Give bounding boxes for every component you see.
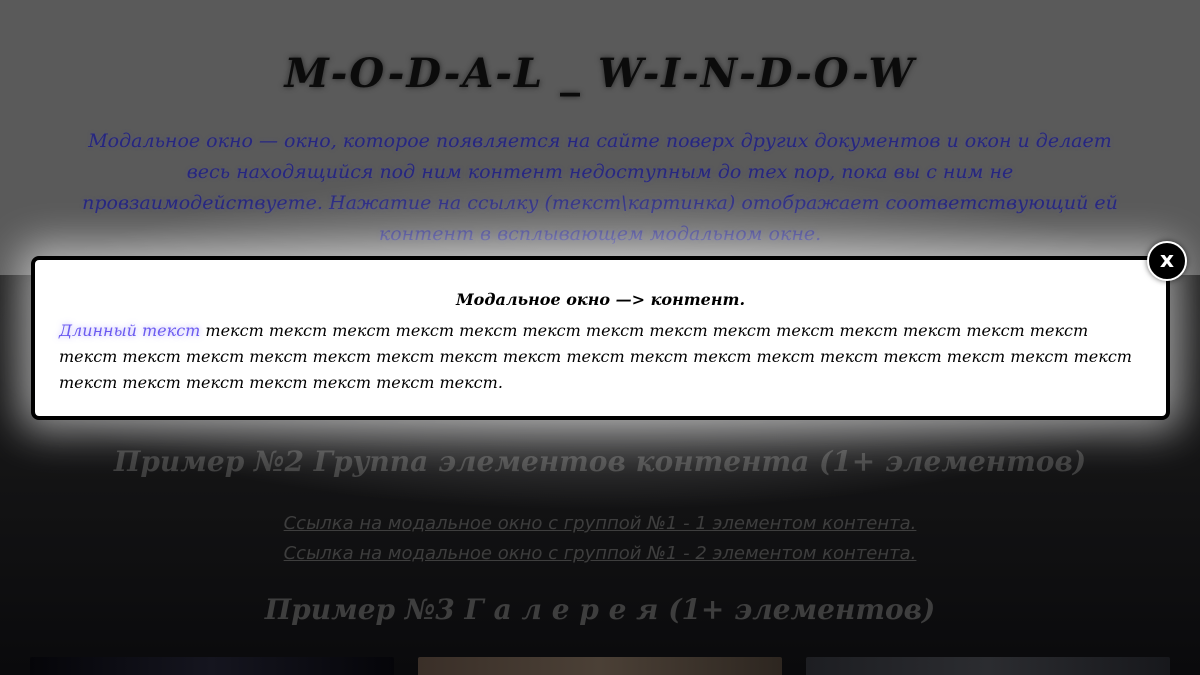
modal-title: Модальное окно —> контент. [455, 290, 746, 309]
close-icon: x [1159, 248, 1175, 273]
group-link-2[interactable]: Ссылка на модальное окно с группой №1 - … [0, 539, 1200, 569]
section-2-links: Ссылка на модальное окно с группой №1 - … [0, 509, 1200, 569]
page-description: Модальное окно — окно, которое появляетс… [82, 130, 1118, 245]
modal-body-text: текст текст текст текст текст текст текс… [59, 321, 1132, 392]
section-2-heading: Пример №2 Группа элементов контента (1+ … [113, 445, 1087, 478]
modal-close-button[interactable]: x [1147, 241, 1187, 281]
page-title: M-O-D-A-L _ W-I-N-D-O-W [284, 50, 916, 97]
gallery-thumbnail-3[interactable] [806, 657, 1170, 675]
modal-content-link[interactable]: Длинный текст [59, 321, 200, 340]
gallery-thumbnail-1[interactable] [30, 657, 394, 675]
modal-body: Длинный текст текст текст текст текст те… [59, 318, 1139, 396]
modal-window: Модальное окно —> контент. Длинный текст… [31, 256, 1170, 420]
group-link-1[interactable]: Ссылка на модальное окно с группой №1 - … [0, 509, 1200, 539]
gallery-thumbnail-2[interactable] [418, 657, 782, 675]
section-3-heading: Пример №3 Г а л е р е я (1+ элементов) [264, 593, 936, 626]
